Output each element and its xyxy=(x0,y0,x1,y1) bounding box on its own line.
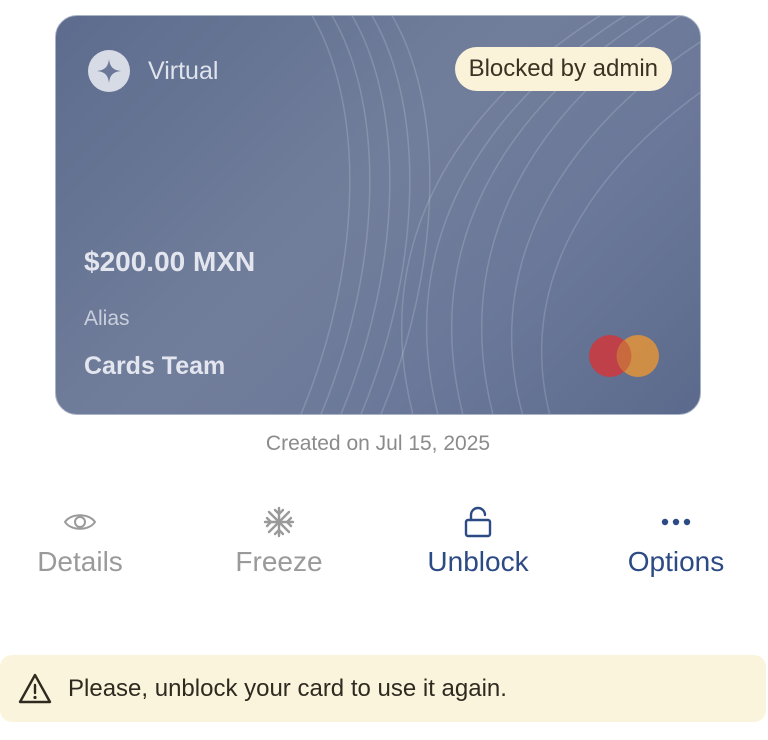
card-type: Virtual xyxy=(88,50,218,92)
card-balance: $200.00 MXN xyxy=(84,246,256,277)
created-date: Created on Jul 15, 2025 xyxy=(265,432,491,455)
options-label: Options xyxy=(627,546,725,577)
freeze-button[interactable]: Freeze xyxy=(189,500,369,580)
options-button[interactable]: Options xyxy=(586,500,766,580)
details-button[interactable]: Details xyxy=(0,500,170,580)
card-detail-page: Virtual Blocked by admin $200.00 MXN Ali… xyxy=(0,0,768,740)
card-actions: Details Freeze Unblock Options xyxy=(0,500,768,590)
eye-icon xyxy=(0,500,170,544)
sparkle-icon xyxy=(88,50,130,92)
more-dots-icon xyxy=(586,500,766,544)
unblock-button[interactable]: Unblock xyxy=(388,500,568,580)
unblock-label: Unblock xyxy=(427,546,529,577)
status-badge: Blocked by admin xyxy=(454,47,672,91)
freeze-label: Freeze xyxy=(235,546,323,577)
virtual-card[interactable]: Virtual Blocked by admin $200.00 MXN Ali… xyxy=(55,15,701,415)
banner-message: Please, unblock your card to use it agai… xyxy=(68,674,507,702)
alias-value: Cards Team xyxy=(84,352,226,380)
card-type-label: Virtual xyxy=(148,56,219,85)
unlock-icon xyxy=(388,500,568,544)
alias-label: Alias xyxy=(84,307,130,330)
details-label: Details xyxy=(37,546,123,577)
snowflake-icon xyxy=(189,500,369,544)
mastercard-logo xyxy=(589,335,659,377)
unblock-warning-banner: Please, unblock your card to use it agai… xyxy=(0,655,766,722)
warning-icon xyxy=(18,673,52,703)
